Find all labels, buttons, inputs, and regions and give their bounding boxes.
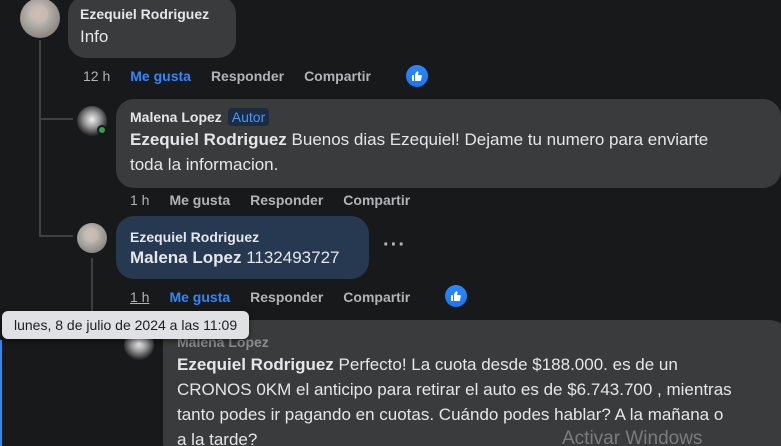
comment-text: Info — [80, 27, 109, 46]
thread-line-left-accent — [0, 340, 2, 446]
online-status-dot — [97, 125, 107, 135]
mention-link[interactable]: Ezequiel Rodriguez — [130, 130, 287, 149]
reply-actions: 1 h Me gusta Responder Compartir — [130, 289, 410, 305]
reply-author-line: Malena Lopez Autor — [130, 108, 769, 126]
reply-button[interactable]: Responder — [250, 289, 323, 305]
comment-time[interactable]: 12 h — [83, 68, 110, 84]
timestamp-tooltip: lunes, 8 de julio de 2024 a las 11:09 — [2, 311, 250, 339]
thread-line-branch-1 — [39, 118, 73, 120]
reply-text-line3: tanto podes ir pagando en cuotas. Cuándo… — [177, 405, 724, 424]
comment-author[interactable]: Ezequiel Rodriguez — [80, 6, 224, 22]
like-reaction-icon[interactable] — [445, 285, 467, 307]
reply-bubble: Ezequiel Rodriguez Malena Lopez 11324937… — [116, 216, 369, 279]
reply-author[interactable]: Malena Lopez — [130, 109, 222, 125]
reply-text-line2: toda la informacion. — [130, 155, 279, 174]
reply-time[interactable]: 1 h — [130, 192, 149, 208]
like-reaction-icon[interactable] — [406, 65, 428, 87]
activate-windows-watermark: Activar Windows — [562, 428, 703, 446]
like-button[interactable]: Me gusta — [130, 68, 191, 84]
reply-author[interactable]: Ezequiel Rodriguez — [130, 229, 357, 245]
thread-line-branch-2 — [39, 235, 73, 237]
comment-actions: 12 h Me gusta Responder Compartir — [83, 68, 371, 84]
reply-text: Malena Lopez 1132493727 — [130, 245, 357, 270]
reply-text-line1: Buenos dias Ezequiel! Dejame tu numero p… — [286, 130, 709, 149]
like-button[interactable]: Me gusta — [169, 289, 230, 305]
reply-text: Ezequiel Rodriguez Buenos dias Ezequiel!… — [130, 127, 769, 177]
comment-bubble: Ezequiel Rodriguez Info — [68, 0, 236, 58]
reply-text-content: 1132493727 — [241, 248, 340, 267]
reply-text-line1: Perfecto! La cuota desde $188.000. es de… — [333, 355, 678, 374]
avatar-ezequiel[interactable] — [20, 0, 60, 38]
share-button[interactable]: Compartir — [343, 192, 410, 208]
avatar-face — [86, 228, 98, 242]
reply-button[interactable]: Responder — [211, 68, 284, 84]
reply-text-line4: a la tarde? — [177, 430, 258, 446]
share-button[interactable]: Compartir — [343, 289, 410, 305]
reply-time[interactable]: 1 h — [130, 289, 149, 305]
like-button[interactable]: Me gusta — [169, 192, 230, 208]
avatar-face — [32, 5, 48, 23]
avatar-ezequiel[interactable] — [77, 223, 107, 253]
reply-button[interactable]: Responder — [250, 192, 323, 208]
reply-author[interactable]: Malena Lopez — [177, 334, 776, 350]
reply-text-line2: CRONOS 0KM el anticipo para retirar el a… — [177, 380, 732, 399]
author-badge: Autor — [227, 108, 270, 126]
mention-link[interactable]: Malena Lopez — [130, 248, 241, 267]
share-button[interactable]: Compartir — [304, 68, 371, 84]
more-options-button[interactable]: ··· — [383, 234, 406, 257]
reply-bubble: Malena Lopez Autor Ezequiel Rodriguez Bue… — [116, 99, 781, 188]
reply-actions: 1 h Me gusta Responder Compartir — [130, 192, 410, 208]
thread-line-main — [39, 40, 41, 235]
mention-link[interactable]: Ezequiel Rodriguez — [177, 355, 334, 374]
